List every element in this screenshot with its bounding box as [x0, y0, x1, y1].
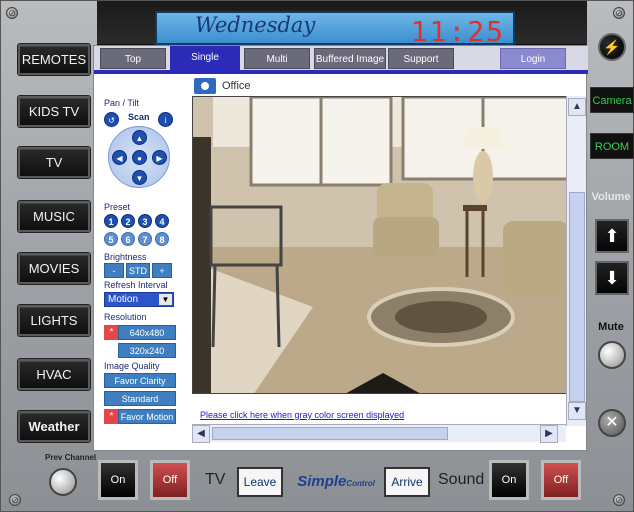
tv-on-button[interactable]: On: [98, 460, 138, 500]
screw-icon: ⊘: [613, 7, 625, 19]
tv-label: TV: [205, 471, 226, 488]
room-scene-image: [193, 97, 569, 393]
menu-movies-button[interactable]: MOVIES: [18, 253, 90, 284]
sound-on-button[interactable]: On: [489, 460, 529, 500]
menu-remotes-button[interactable]: REMOTES: [18, 44, 90, 75]
prev-channel-button[interactable]: [49, 468, 77, 496]
logo-suffix: Control: [346, 479, 375, 488]
tab-buffered-image[interactable]: Buffered Image: [314, 48, 386, 69]
volume-up-button[interactable]: ⬆: [595, 219, 629, 253]
camera-browser-panel: Top Single Multi Buffered Image Support …: [93, 45, 588, 451]
brightness-plus-button[interactable]: +: [152, 263, 172, 278]
resolution-label: Resolution: [104, 312, 147, 322]
quality-favor-motion-button[interactable]: Favor Motion: [118, 409, 176, 424]
simple-control-logo: SimpleControl: [293, 469, 379, 495]
pan-tilt-pad: ▲ ◀ ● ▶ ▼: [108, 126, 170, 188]
tab-multi[interactable]: Multi: [244, 48, 310, 69]
tab-login[interactable]: Login: [500, 48, 566, 69]
prev-channel-label: Prev Channel: [45, 453, 97, 462]
arrow-left-icon[interactable]: ◀: [112, 150, 127, 165]
preset-1-button[interactable]: 1: [104, 214, 118, 228]
camera-feed-image: [192, 96, 570, 394]
menu-lights-button[interactable]: LIGHTS: [18, 305, 90, 336]
scan-label: Scan: [128, 112, 150, 122]
arrow-up-icon[interactable]: ▲: [132, 130, 147, 145]
tab-support[interactable]: Support: [388, 48, 454, 69]
sound-label: Sound: [438, 471, 485, 488]
image-quality-label: Image Quality: [104, 361, 160, 371]
gray-screen-help-link[interactable]: Please click here when gray color screen…: [200, 410, 404, 420]
menu-tv-button[interactable]: TV: [18, 147, 90, 178]
camera-button[interactable]: Camera: [590, 87, 634, 113]
refresh-interval-select[interactable]: Motion ▼: [104, 292, 174, 307]
close-icon[interactable]: ✕: [598, 409, 626, 437]
arrive-button[interactable]: Arrive: [384, 467, 430, 497]
resolution-320-button[interactable]: 320x240: [118, 343, 176, 358]
app-window: ⊘ ⊘ ⊘ ⊘ REMOTES KIDS TV TV MUSIC MOVIES …: [0, 0, 634, 512]
arrow-right-icon[interactable]: ▶: [152, 150, 167, 165]
logo-text: Simple: [297, 473, 347, 490]
preset-6-button[interactable]: 6: [121, 232, 135, 246]
preset-3-button[interactable]: 3: [138, 214, 152, 228]
tab-bar: Top Single Multi Buffered Image Support …: [94, 46, 588, 74]
menu-weather-button[interactable]: Weather: [18, 411, 90, 442]
rotate-left-icon[interactable]: ↺: [104, 112, 119, 127]
arrow-up-icon: ⬆: [604, 226, 620, 246]
refresh-interval-value: Motion: [108, 294, 139, 305]
preset-2-button[interactable]: 2: [121, 214, 135, 228]
preset-5-button[interactable]: 5: [104, 232, 118, 246]
vertical-scrollbar[interactable]: ▲ ▼: [566, 96, 586, 426]
home-center-icon[interactable]: ●: [132, 150, 147, 165]
screw-icon: ⊘: [613, 494, 625, 506]
preset-8-button[interactable]: 8: [155, 232, 169, 246]
top-display: Wednesday 11:25: [97, 1, 587, 46]
leave-button[interactable]: Leave: [237, 467, 283, 497]
time-display: 11:25: [410, 15, 505, 45]
volume-down-button[interactable]: ⬇: [595, 261, 629, 295]
room-button[interactable]: ROOM: [590, 133, 634, 159]
horizontal-scrollbar[interactable]: ◀ ▶: [192, 424, 566, 443]
tab-underline: [94, 70, 588, 74]
camera-location-label: Office: [222, 80, 251, 92]
day-display: Wednesday: [195, 13, 316, 37]
mute-button[interactable]: [598, 341, 626, 369]
scroll-down-icon[interactable]: ▼: [568, 402, 586, 420]
selected-star-icon: *: [104, 325, 119, 340]
quality-favor-clarity-button[interactable]: Favor Clarity: [104, 373, 176, 388]
menu-kids-tv-button[interactable]: KIDS TV: [18, 96, 90, 127]
brightness-label: Brightness: [104, 252, 147, 262]
camera-icon: [194, 78, 216, 94]
screw-icon: ⊘: [6, 7, 18, 19]
sound-off-button[interactable]: Off: [541, 460, 581, 500]
refresh-interval-label: Refresh Interval: [104, 280, 168, 290]
quality-standard-button[interactable]: Standard: [104, 391, 176, 406]
screw-icon: ⊘: [9, 494, 21, 506]
lcd-panel: Wednesday 11:25: [155, 11, 515, 45]
chevron-down-icon: ▼: [159, 294, 172, 305]
preset-4-button[interactable]: 4: [155, 214, 169, 228]
brightness-std-button[interactable]: STD: [126, 263, 150, 278]
preset-label: Preset: [104, 202, 131, 212]
horizontal-scroll-thumb[interactable]: [212, 427, 448, 440]
scroll-right-icon[interactable]: ▶: [540, 425, 558, 443]
pan-tilt-label: Pan / Tilt: [104, 98, 140, 108]
vertical-scroll-thumb[interactable]: [569, 192, 585, 402]
arrow-down-icon: ⬇: [604, 268, 620, 288]
resolution-640-button[interactable]: 640x480: [118, 325, 176, 340]
menu-hvac-button[interactable]: HVAC: [18, 359, 90, 390]
scroll-up-icon[interactable]: ▲: [568, 98, 586, 116]
selected-star-icon: *: [104, 409, 119, 424]
tab-top[interactable]: Top: [100, 48, 166, 69]
preset-7-button[interactable]: 7: [138, 232, 152, 246]
mute-label: Mute: [598, 321, 624, 333]
scroll-left-icon[interactable]: ◀: [192, 425, 210, 443]
menu-music-button[interactable]: MUSIC: [18, 201, 90, 232]
info-icon[interactable]: i: [158, 112, 173, 127]
tv-off-button[interactable]: Off: [150, 460, 190, 500]
arrow-down-icon[interactable]: ▼: [132, 170, 147, 185]
volume-label: Volume: [591, 191, 631, 203]
brightness-minus-button[interactable]: -: [104, 263, 124, 278]
power-icon[interactable]: ⚡: [598, 33, 626, 61]
